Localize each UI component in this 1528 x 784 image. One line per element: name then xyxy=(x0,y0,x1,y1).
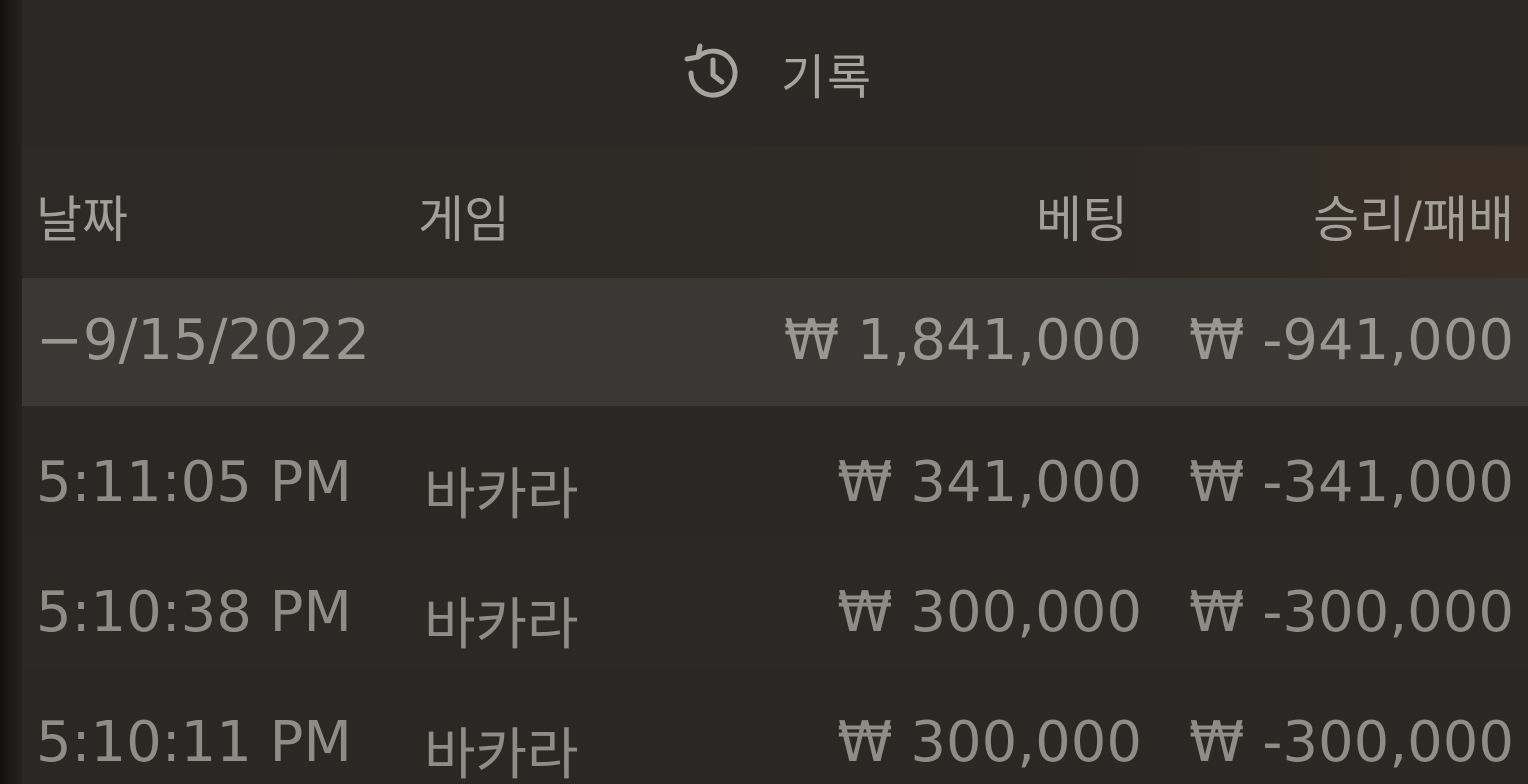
table-header: 날짜 게임 베팅 승리/패배 xyxy=(22,146,1528,278)
row-bet: ₩ 300,000 xyxy=(837,580,1142,645)
row-result: ₩ -300,000 xyxy=(1189,710,1514,775)
group-date: −9/15/2022 xyxy=(36,308,371,373)
row-time: 5:11:05 PM xyxy=(36,450,352,515)
group-result-total: ₩ -941,000 xyxy=(1189,308,1514,373)
row-time: 5:10:11 PM xyxy=(36,710,352,775)
table-row[interactable]: 5:10:38 PM 바카라 ₩ 300,000 ₩ -300,000 xyxy=(22,536,1528,666)
history-icon xyxy=(677,38,747,108)
column-header-result[interactable]: 승리/패배 xyxy=(1313,180,1514,252)
column-header-bet[interactable]: 베팅 xyxy=(1036,180,1128,252)
panel-title: 기록 xyxy=(780,50,874,106)
row-game: 바카라 xyxy=(424,723,579,784)
history-panel: oncainside 기록 날짜 게임 베팅 승리/패배 −9/15/2022 … xyxy=(0,0,1528,784)
left-edge-shadow xyxy=(0,0,22,784)
row-bet: ₩ 300,000 xyxy=(837,710,1142,775)
row-game: 바카라 xyxy=(424,593,579,658)
row-bet: ₩ 341,000 xyxy=(837,450,1142,515)
table-row[interactable]: 5:11:05 PM 바카라 ₩ 341,000 ₩ -341,000 xyxy=(22,406,1528,536)
row-game: 바카라 xyxy=(424,463,579,528)
column-header-game[interactable]: 게임 xyxy=(418,180,510,252)
date-group-row[interactable]: −9/15/2022 ₩ 1,841,000 ₩ -941,000 xyxy=(22,278,1528,406)
row-result: ₩ -300,000 xyxy=(1189,580,1514,645)
row-result: ₩ -341,000 xyxy=(1189,450,1514,515)
column-header-date[interactable]: 날짜 xyxy=(36,180,128,252)
table-row[interactable]: 5:10:11 PM 바카라 ₩ 300,000 ₩ -300,000 xyxy=(22,666,1528,784)
row-time: 5:10:38 PM xyxy=(36,580,352,645)
group-bet-total: ₩ 1,841,000 xyxy=(783,308,1142,373)
panel-header: 기록 xyxy=(22,0,1528,146)
